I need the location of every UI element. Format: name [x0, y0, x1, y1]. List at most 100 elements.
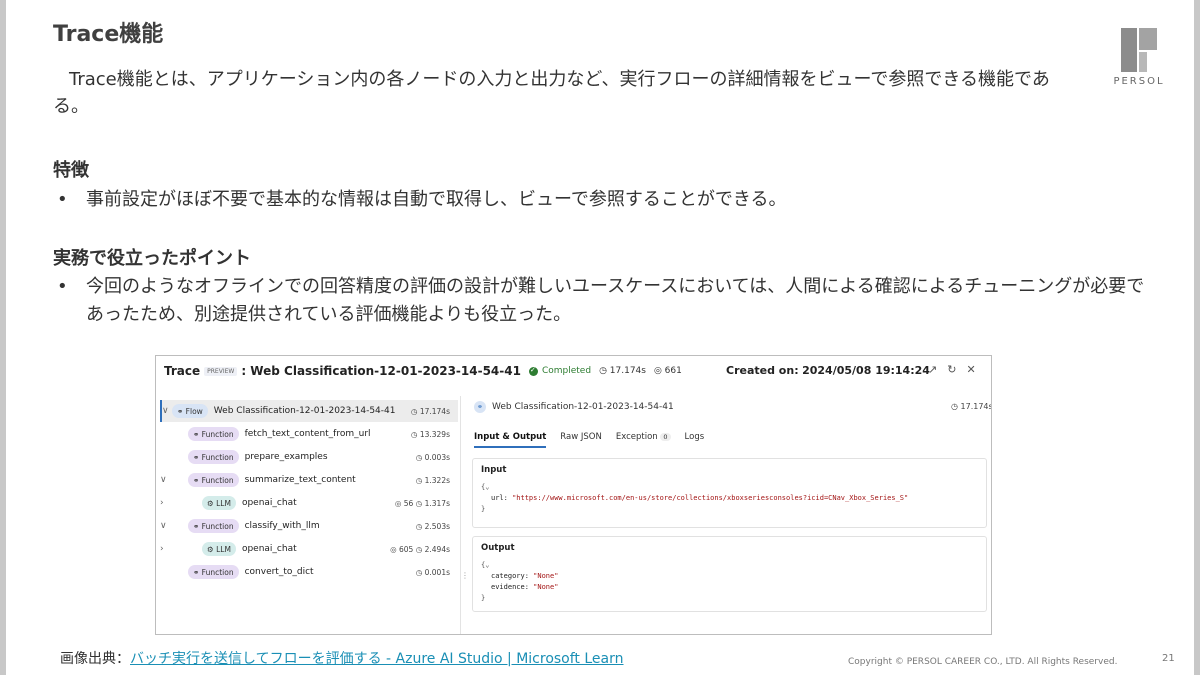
json-value-category: "None" — [533, 572, 559, 580]
json-open: {⌄ — [481, 483, 490, 491]
json-value-url: "https://www.microsoft.com/en-us/store/c… — [512, 494, 909, 502]
tree-node-function[interactable]: ∨ ⚭ Function summarize_text_content ◷ 1.… — [160, 469, 458, 491]
chevron-right-icon[interactable]: › — [160, 544, 202, 554]
node-name: fetch_text_content_from_url — [244, 429, 371, 439]
header-actions: ↗ ↻ ✕ — [928, 363, 976, 376]
input-json: {⌄ url: "https://www.microsoft.com/en-us… — [481, 482, 978, 515]
node-name: openai_chat — [241, 498, 297, 508]
trace-run-name: : Web Classification-12-01-2023-14-54-41 — [241, 364, 521, 378]
feature-bullet-text: 事前設定がほぼ不要で基本的な情報は自動で取得し、ビューで参照することができる。 — [86, 189, 787, 210]
bullet-dot: • — [57, 189, 68, 210]
persol-logo: PERSOL — [1109, 28, 1169, 92]
output-card: Output {⌄ category: "None" evidence: "No… — [472, 536, 987, 612]
preview-badge: PREVIEW — [204, 366, 238, 376]
llm-badge: ⚙ LLM — [202, 542, 236, 556]
right-accent-bar — [1194, 0, 1200, 675]
input-title: Input — [481, 465, 507, 475]
intro-paragraph: Trace機能とは、アプリケーション内の各ノードの入力と出力など、実行フローの詳… — [53, 69, 1050, 117]
tree-node-function[interactable]: ⚭ Function fetch_text_content_from_url ◷… — [160, 423, 458, 445]
source-prefix: 画像出典： — [60, 651, 130, 667]
node-duration: ◷ 13.329s — [410, 429, 450, 439]
node-name: openai_chat — [241, 544, 297, 554]
points-bullet: • 今回のようなオフラインでの回答精度の評価の設計が難しいユースケースにおいては… — [53, 273, 1153, 329]
node-name: summarize_text_content — [244, 475, 356, 485]
trace-title: Trace — [164, 364, 201, 378]
persol-logo-mark-icon — [1121, 28, 1157, 72]
function-badge: ⚭ Function — [188, 427, 239, 441]
tree-node-function[interactable]: ⚭ Function prepare_examples ◷ 0.003s — [160, 446, 458, 468]
copyright: Copyright © PERSOL CAREER CO., LTD. All … — [848, 657, 1118, 667]
detail-duration: ◷ 17.174s — [951, 402, 992, 411]
created-value: 2024/05/08 19:14:24 — [802, 364, 930, 377]
chevron-down-icon[interactable]: ∨ — [160, 521, 188, 531]
tree-node-flow[interactable]: ∨ ⚭ Flow Web Classification-12-01-2023-1… — [160, 400, 458, 422]
json-close: } — [481, 505, 486, 513]
check-circle-icon — [528, 366, 538, 376]
json-open: {⌄ — [481, 561, 490, 569]
chevron-down-icon[interactable]: ∨ — [162, 406, 172, 416]
json-value-evidence: "None" — [533, 583, 559, 591]
points-bullet-text: 今回のようなオフラインでの回答精度の評価の設計が難しいユースケースにおいては、人… — [86, 276, 1145, 325]
detail-tabs: Input & Output Raw JSON Exception 0 Logs — [474, 432, 704, 448]
json-key-evidence: evidence: — [491, 583, 529, 591]
tree-node-function[interactable]: ⚭ Function convert_to_dict ◷ 0.001s — [160, 561, 458, 583]
node-name: prepare_examples — [244, 452, 328, 462]
source-link[interactable]: バッチ実行を送信してフローを評価する - Azure AI Studio | M… — [130, 651, 624, 667]
function-badge: ⚭ Function — [188, 565, 239, 579]
created-label: Created on: — [726, 364, 799, 377]
feature-heading: 特徴 — [53, 160, 89, 181]
node-name: convert_to_dict — [244, 567, 314, 577]
open-external-icon[interactable]: ↗ — [928, 363, 937, 376]
function-badge: ⚭ Function — [188, 519, 239, 533]
input-card: Input {⌄ url: "https://www.microsoft.com… — [472, 458, 987, 528]
function-badge: ⚭ Function — [188, 473, 239, 487]
status-text: Completed — [541, 366, 592, 376]
json-key-url: url: — [491, 494, 508, 502]
node-duration: ◷ 0.003s — [415, 452, 450, 462]
flow-icon: ⚭ — [474, 401, 486, 413]
tab-logs[interactable]: Logs — [685, 432, 705, 448]
left-accent-bar — [0, 0, 6, 675]
feature-bullet: • 事前設定がほぼ不要で基本的な情報は自動で取得し、ビューで参照することができる… — [53, 186, 1153, 213]
exception-count: 0 — [660, 433, 671, 441]
tab-exception[interactable]: Exception 0 — [616, 432, 671, 448]
node-duration: ◎ 56 ◷ 1.317s — [394, 498, 450, 508]
tree-node-function[interactable]: ∨ ⚭ Function classify_with_llm ◷ 2.503s — [160, 515, 458, 537]
close-icon[interactable]: ✕ — [966, 363, 975, 376]
trace-duration: ◷ 17.174s — [599, 366, 646, 376]
output-title: Output — [481, 543, 515, 553]
image-source: 画像出典：バッチ実行を送信してフローを評価する - Azure AI Studi… — [60, 648, 624, 668]
points-heading: 実務で役立ったポイント — [53, 248, 251, 269]
trace-tokens: ◎ 661 — [653, 366, 682, 376]
status-badge: Completed — [528, 366, 592, 376]
bullet-dot: • — [57, 276, 68, 297]
trace-tree: ∨ ⚭ Flow Web Classification-12-01-2023-1… — [156, 396, 461, 634]
detail-header: ⚭ Web Classification-12-01-2023-14-54-41 — [474, 401, 674, 413]
page-number: 21 — [1162, 653, 1175, 664]
tab-raw-json[interactable]: Raw JSON — [560, 432, 602, 448]
output-json: {⌄ category: "None" evidence: "None" } — [481, 560, 978, 604]
node-duration: ◎ 605 ◷ 2.494s — [390, 544, 450, 554]
node-duration: ◷ 17.174s — [410, 406, 450, 416]
chevron-down-icon[interactable]: ∨ — [160, 475, 188, 485]
detail-panel: ⚭ Web Classification-12-01-2023-14-54-41… — [464, 396, 992, 634]
tree-node-llm[interactable]: › ⚙ LLM openai_chat ◎ 56 ◷ 1.317s — [160, 492, 458, 514]
trace-screenshot: Trace PREVIEW : Web Classification-12-01… — [155, 355, 992, 635]
json-key-category: category: — [491, 572, 529, 580]
node-name: Web Classification-12-01-2023-14-54-41 — [213, 406, 396, 416]
logo-text: PERSOL — [1113, 76, 1165, 87]
tree-node-llm[interactable]: › ⚙ LLM openai_chat ◎ 605 ◷ 2.494s — [160, 538, 458, 560]
flow-badge: ⚭ Flow — [172, 404, 208, 418]
node-duration: ◷ 0.001s — [415, 567, 450, 577]
detail-node-name: Web Classification-12-01-2023-14-54-41 — [492, 402, 674, 412]
tab-exception-label: Exception — [615, 432, 658, 442]
json-close: } — [481, 594, 486, 602]
refresh-icon[interactable]: ↻ — [947, 363, 956, 376]
slide-title: Trace機能 — [53, 22, 164, 47]
function-badge: ⚭ Function — [188, 450, 239, 464]
llm-badge: ⚙ LLM — [202, 496, 236, 510]
tab-input-output[interactable]: Input & Output — [474, 432, 547, 448]
created-on: Created on: 2024/05/08 19:14:24 — [726, 364, 930, 377]
chevron-right-icon[interactable]: › — [160, 498, 202, 508]
node-duration: ◷ 2.503s — [415, 521, 450, 531]
